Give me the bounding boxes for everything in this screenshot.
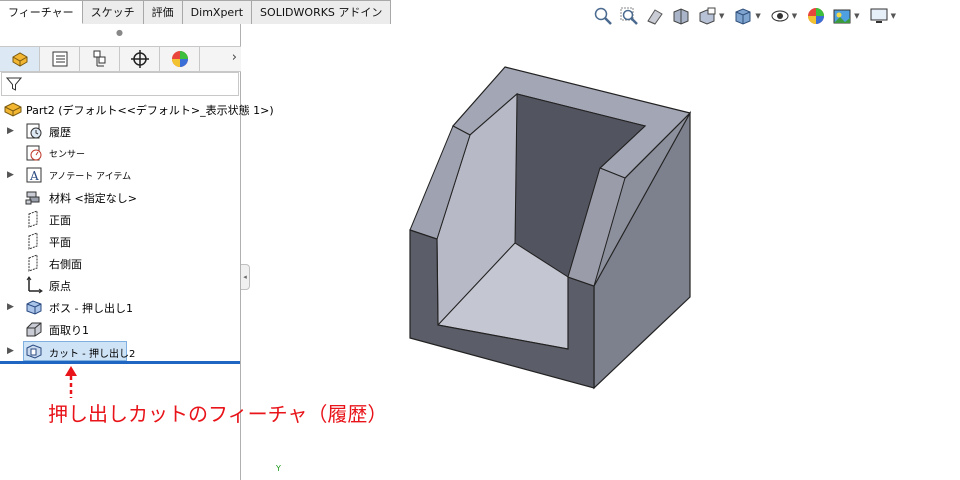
apply-scene-icon[interactable] xyxy=(831,5,853,27)
tree-item-annotations[interactable]: ▶ A アノテート アイテム xyxy=(0,164,241,186)
chevron-down-icon[interactable]: ▼ xyxy=(755,12,760,20)
tree-item-front-plane[interactable]: 正面 xyxy=(0,208,241,230)
plane-icon xyxy=(28,254,38,272)
annotation-arrow-icon xyxy=(65,366,77,398)
tree-item-origin[interactable]: 原点 xyxy=(0,274,241,296)
view-settings-icon[interactable] xyxy=(868,5,890,27)
panel-grip[interactable]: ● xyxy=(116,28,123,37)
property-list-icon xyxy=(52,51,67,67)
tab-dimxpert-manager[interactable] xyxy=(120,47,160,71)
command-manager-tabs: フィーチャー スケッチ 評価 DimXpert SOLIDWORKS アドイン xyxy=(0,0,392,24)
zoom-to-fit-icon[interactable] xyxy=(592,5,614,27)
tree-item-boss-extrude1[interactable]: ▶ ボス - 押し出し1 xyxy=(0,296,241,318)
tree-item-material[interactable]: 材料 <指定なし> xyxy=(0,186,241,208)
part-icon xyxy=(4,102,22,117)
tree-item-label: 右側面 xyxy=(49,258,82,271)
tab-dimxpert[interactable]: DimXpert xyxy=(182,0,253,24)
tab-evaluate[interactable]: 評価 xyxy=(143,0,183,24)
expand-arrow-icon[interactable]: ▶ xyxy=(7,302,14,312)
filter-icon[interactable] xyxy=(6,76,22,92)
tree-root-part[interactable]: Part2 (デフォルト<<デフォルト>_表示状態 1>) xyxy=(0,98,274,120)
expand-arrow-icon[interactable]: ▶ xyxy=(7,170,14,180)
tab-configuration-manager[interactable] xyxy=(80,47,120,71)
history-icon xyxy=(26,123,42,139)
reference-triad: Y xyxy=(276,464,281,473)
hide-show-items-icon[interactable] xyxy=(769,5,791,27)
svg-text:A: A xyxy=(29,169,39,183)
tree-item-label: 履歴 xyxy=(49,126,71,139)
chevron-down-icon[interactable]: ▼ xyxy=(792,12,797,20)
featuremanager-icon xyxy=(12,52,27,67)
annotation-icon: A xyxy=(26,167,42,183)
material-icon xyxy=(25,191,40,205)
tree-item-top-plane[interactable]: 平面 xyxy=(0,230,241,252)
zoom-to-area-icon[interactable] xyxy=(618,5,640,27)
tab-sketch[interactable]: スケッチ xyxy=(82,0,144,24)
chevron-down-icon[interactable]: ▼ xyxy=(854,12,859,20)
chamfer-icon xyxy=(26,322,42,337)
panel-tabs: › xyxy=(0,46,241,72)
tree-item-label: センサー xyxy=(49,150,86,160)
tree-item-chamfer1[interactable]: 面取り1 xyxy=(0,318,241,340)
expand-arrow-icon[interactable]: ▶ xyxy=(7,126,14,136)
cut-extrude-icon xyxy=(26,344,42,359)
rollback-bar[interactable] xyxy=(0,361,240,364)
origin-icon xyxy=(26,276,43,294)
tree-filter-bar[interactable] xyxy=(1,72,239,96)
tree-item-label: ボス - 押し出し1 xyxy=(49,302,133,315)
panel-collapse-handle[interactable]: ◂ xyxy=(241,264,250,290)
view-orientation-icon[interactable] xyxy=(732,5,754,27)
chevron-down-icon[interactable]: ▼ xyxy=(719,12,724,20)
tree-item-label: アノテート アイテム xyxy=(49,172,132,182)
expand-arrow-icon[interactable]: ▶ xyxy=(7,346,14,356)
tab-display-manager[interactable] xyxy=(160,47,200,71)
sensor-icon xyxy=(26,145,42,161)
tab-addins[interactable]: SOLIDWORKS アドイン xyxy=(252,0,392,24)
plane-icon xyxy=(28,232,38,250)
edit-appearance-icon[interactable] xyxy=(805,5,827,27)
tree-root-label: Part2 (デフォルト<<デフォルト>_表示状態 1>) xyxy=(26,104,274,117)
tree-item-label: 材料 <指定なし> xyxy=(49,192,137,205)
3d-part-model[interactable] xyxy=(400,60,700,400)
configuration-icon xyxy=(93,50,105,67)
tree-item-history[interactable]: ▶ 履歴 xyxy=(0,120,241,142)
crosshair-icon xyxy=(130,50,149,68)
tree-item-label: 原点 xyxy=(49,280,71,293)
plane-icon xyxy=(28,210,38,228)
feature-tree: Part2 (デフォルト<<デフォルト>_表示状態 1>) ▶ 履歴 センサー … xyxy=(0,98,274,362)
tree-item-label: 正面 xyxy=(49,214,71,227)
section-view-icon[interactable] xyxy=(670,5,692,27)
tree-item-right-plane[interactable]: 右側面 xyxy=(0,252,241,274)
heads-up-view-toolbar: ▼ ▼ ▼ ▼ ▼ xyxy=(592,3,900,29)
dynamic-annotation-icon[interactable] xyxy=(696,5,718,27)
tree-item-label: 面取り1 xyxy=(49,324,89,337)
tree-item-cut-extrude2[interactable]: ▶ カット - 押し出し2 xyxy=(0,340,241,362)
annotation-text: 押し出しカットのフィーチャ（履歴） xyxy=(48,402,388,426)
tab-property-manager[interactable] xyxy=(40,47,80,71)
tree-item-label: カット - 押し出し2 xyxy=(49,349,136,360)
chevron-right-icon[interactable]: › xyxy=(232,50,237,65)
chevron-down-icon[interactable]: ▼ xyxy=(891,12,896,20)
tree-item-sensors[interactable]: センサー xyxy=(0,142,241,164)
tab-features[interactable]: フィーチャー xyxy=(0,0,83,24)
previous-view-icon[interactable] xyxy=(644,5,666,27)
display-manager-icon xyxy=(171,51,188,67)
tab-featuremanager-tree[interactable] xyxy=(0,47,40,71)
boss-extrude-icon xyxy=(26,300,42,315)
tree-item-label: 平面 xyxy=(49,236,71,249)
